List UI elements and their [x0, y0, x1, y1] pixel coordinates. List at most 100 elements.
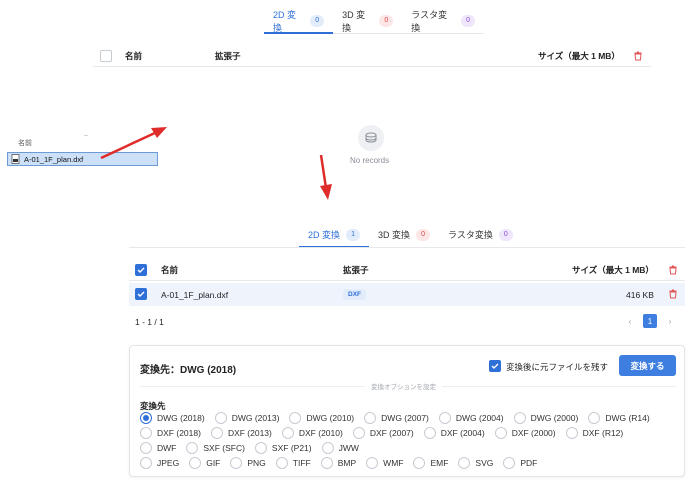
next-page-button[interactable]: ›: [663, 314, 677, 328]
format-option[interactable]: DWG (2010): [289, 412, 354, 424]
bottom-tabs: 2D 変換 1 3D 変換 0 ラスタ変換 0: [299, 222, 524, 248]
column-size: サイズ（最大 1 MB）: [538, 50, 620, 61]
format-option[interactable]: SXF (SFC): [186, 442, 245, 454]
format-option[interactable]: DXF (2004): [423, 427, 485, 439]
select-all-checkbox[interactable]: [135, 264, 147, 276]
format-option-label: DXF (2000): [511, 428, 556, 438]
explorer-column-handle[interactable]: ..: [84, 131, 88, 138]
radio-button[interactable]: [186, 442, 199, 454]
radio-button[interactable]: [513, 412, 526, 424]
radio-button[interactable]: [413, 457, 426, 469]
target-section-label: 変換先: [140, 401, 166, 411]
radio-button[interactable]: [189, 457, 202, 469]
format-option[interactable]: DXF (2013): [210, 427, 272, 439]
format-option[interactable]: DWF: [140, 442, 176, 454]
format-option[interactable]: PDF: [503, 457, 537, 469]
format-option[interactable]: DXF (2010): [281, 427, 343, 439]
page-button[interactable]: 1: [643, 314, 657, 328]
tab-raster-conversion[interactable]: ラスタ変換 0: [439, 222, 522, 247]
format-option[interactable]: EMF: [413, 457, 448, 469]
select-all-checkbox[interactable]: [100, 50, 112, 62]
row-size: 416 KB: [626, 289, 654, 300]
column-extension: 拡張子: [343, 264, 369, 275]
format-option[interactable]: DXF (2000): [494, 427, 556, 439]
format-option-label: GIF: [206, 458, 221, 468]
radio-button[interactable]: [588, 412, 601, 424]
format-option-label: DWG (2018): [157, 413, 205, 423]
radio-button[interactable]: [458, 457, 471, 469]
prev-page-button[interactable]: ‹: [623, 314, 637, 328]
format-option-label: PDF: [520, 458, 538, 468]
radio-button[interactable]: [140, 442, 152, 454]
format-option-label: DXF (R12): [582, 428, 624, 438]
format-option[interactable]: DWG (R14): [588, 412, 650, 424]
format-option[interactable]: DWG (2007): [364, 412, 429, 424]
tab-2d-conversion[interactable]: 2D 変換 0: [264, 8, 334, 34]
format-option-label: DXF (2010): [298, 428, 343, 438]
format-option[interactable]: DWG (2000): [513, 412, 579, 424]
radio-button[interactable]: [503, 457, 516, 469]
format-option[interactable]: SXF (P21): [254, 442, 312, 454]
format-option[interactable]: DXF (R12): [565, 427, 624, 439]
radio-button[interactable]: [140, 457, 152, 469]
drag-arrow-icon: [100, 127, 167, 160]
radio-button[interactable]: [214, 412, 227, 424]
format-row-image: JPEG GIF PNG TIFF BMP WMF EMF SVG PDF: [140, 457, 547, 469]
column-size: サイズ（最大 1 MB）: [572, 264, 654, 275]
row-checkbox[interactable]: [135, 288, 147, 300]
tab-count-badge: 0: [498, 228, 513, 241]
format-option-label: JPEG: [157, 458, 180, 468]
format-option-label: BMP: [337, 458, 357, 468]
radio-button[interactable]: [320, 457, 333, 469]
format-option[interactable]: DXF (2018): [140, 427, 201, 439]
radio-button[interactable]: [364, 412, 377, 424]
tab-count-badge: 0: [461, 14, 476, 27]
pagination: ‹ 1 ›: [623, 314, 677, 328]
radio-button[interactable]: [321, 442, 334, 454]
format-option[interactable]: DWG (2018): [140, 412, 205, 424]
format-option[interactable]: GIF: [189, 457, 220, 469]
row-extension-tag: DXF: [343, 289, 366, 300]
empty-state-text: No records: [350, 156, 390, 165]
radio-button[interactable]: [352, 427, 365, 439]
radio-button[interactable]: [289, 412, 302, 424]
radio-button[interactable]: [140, 427, 152, 439]
format-option-label: DWG (2010): [306, 413, 355, 423]
format-option[interactable]: TIFF: [275, 457, 311, 469]
format-option[interactable]: JPEG: [140, 457, 179, 469]
tab-3d-conversion[interactable]: 3D 変換 0: [333, 8, 402, 33]
format-option[interactable]: JWW: [321, 442, 359, 454]
format-option-label: EMF: [430, 458, 449, 468]
radio-button[interactable]: [281, 427, 294, 439]
table-row[interactable]: A-01_1F_plan.dxf DXF 416 KB: [129, 283, 685, 306]
radio-button[interactable]: [254, 442, 267, 454]
format-option[interactable]: SVG: [458, 457, 493, 469]
radio-button[interactable]: [366, 457, 379, 469]
tabs-underline: [129, 247, 685, 248]
radio-button[interactable]: [423, 427, 436, 439]
radio-button[interactable]: [565, 427, 578, 439]
format-option[interactable]: DXF (2007): [352, 427, 414, 439]
format-option[interactable]: DWG (2013): [214, 412, 279, 424]
trash-icon[interactable]: [633, 51, 643, 63]
dxf-file-icon: [11, 154, 20, 164]
keep-original-checkbox[interactable]: [489, 360, 501, 372]
tab-raster-conversion[interactable]: ラスタ変換 0: [402, 8, 484, 33]
tab-2d-conversion[interactable]: 2D 変換 1: [299, 222, 370, 248]
tab-3d-conversion[interactable]: 3D 変換 0: [369, 222, 439, 247]
radio-button[interactable]: [494, 427, 507, 439]
row-trash-icon[interactable]: [668, 289, 678, 301]
radio-button[interactable]: [210, 427, 223, 439]
format-option-label: DXF (2013): [227, 428, 272, 438]
radio-button[interactable]: [438, 412, 451, 424]
trash-icon[interactable]: [668, 265, 678, 277]
format-option[interactable]: DWG (2004): [438, 412, 504, 424]
format-option[interactable]: BMP: [320, 457, 357, 469]
format-option-label: DWG (2000): [530, 413, 579, 423]
convert-button[interactable]: 変換する: [619, 355, 676, 376]
format-option[interactable]: WMF: [366, 457, 403, 469]
radio-button[interactable]: [140, 412, 152, 424]
radio-button[interactable]: [275, 457, 288, 469]
format-option[interactable]: PNG: [230, 457, 266, 469]
radio-button[interactable]: [230, 457, 243, 469]
